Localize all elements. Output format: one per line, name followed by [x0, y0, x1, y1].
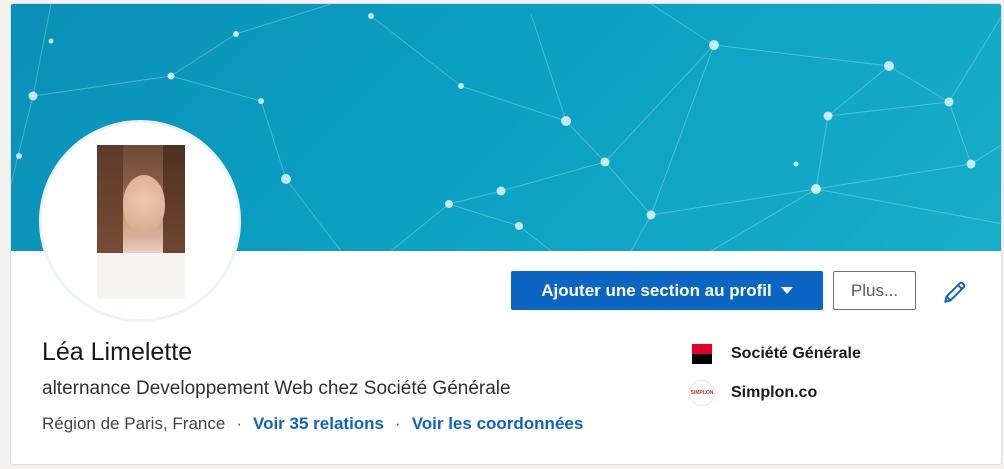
separator-dot: ·: [236, 414, 242, 433]
company-item-simplon[interactable]: SIMPLON Simplon.co: [689, 380, 817, 406]
profile-card: Ajouter une section au profil Plus... Lé…: [10, 3, 1002, 465]
profile-avatar[interactable]: [42, 123, 238, 319]
company-name: Société Générale: [731, 345, 861, 362]
add-profile-section-button[interactable]: Ajouter une section au profil: [511, 271, 823, 310]
societe-generale-logo: [689, 341, 715, 367]
connections-link[interactable]: Voir 35 relations: [253, 414, 384, 434]
pencil-icon: [944, 281, 966, 303]
simplon-logo: SIMPLON: [689, 380, 715, 406]
simplon-logo-text: SIMPLON: [689, 380, 715, 406]
profile-location: Région de Paris, France: [42, 414, 226, 433]
company-item-societe-generale[interactable]: Société Générale: [689, 341, 861, 367]
add-profile-section-label: Ajouter une section au profil: [541, 280, 772, 300]
profile-headline: alternance Developpement Web chez Sociét…: [42, 378, 511, 399]
profile-photo: [97, 145, 185, 299]
profile-name: Léa Limelette: [42, 338, 193, 366]
profile-meta-line: Région de Paris, France · Voir 35 relati…: [42, 414, 583, 434]
more-button[interactable]: Plus...: [833, 271, 916, 310]
company-name: Simplon.co: [731, 384, 818, 401]
edit-profile-button[interactable]: [939, 276, 971, 308]
more-button-label: Plus...: [850, 280, 899, 300]
caret-down-icon: [780, 287, 793, 294]
contact-info-link[interactable]: Voir les coordonnées: [412, 414, 584, 434]
separator-dot: ·: [395, 414, 401, 433]
